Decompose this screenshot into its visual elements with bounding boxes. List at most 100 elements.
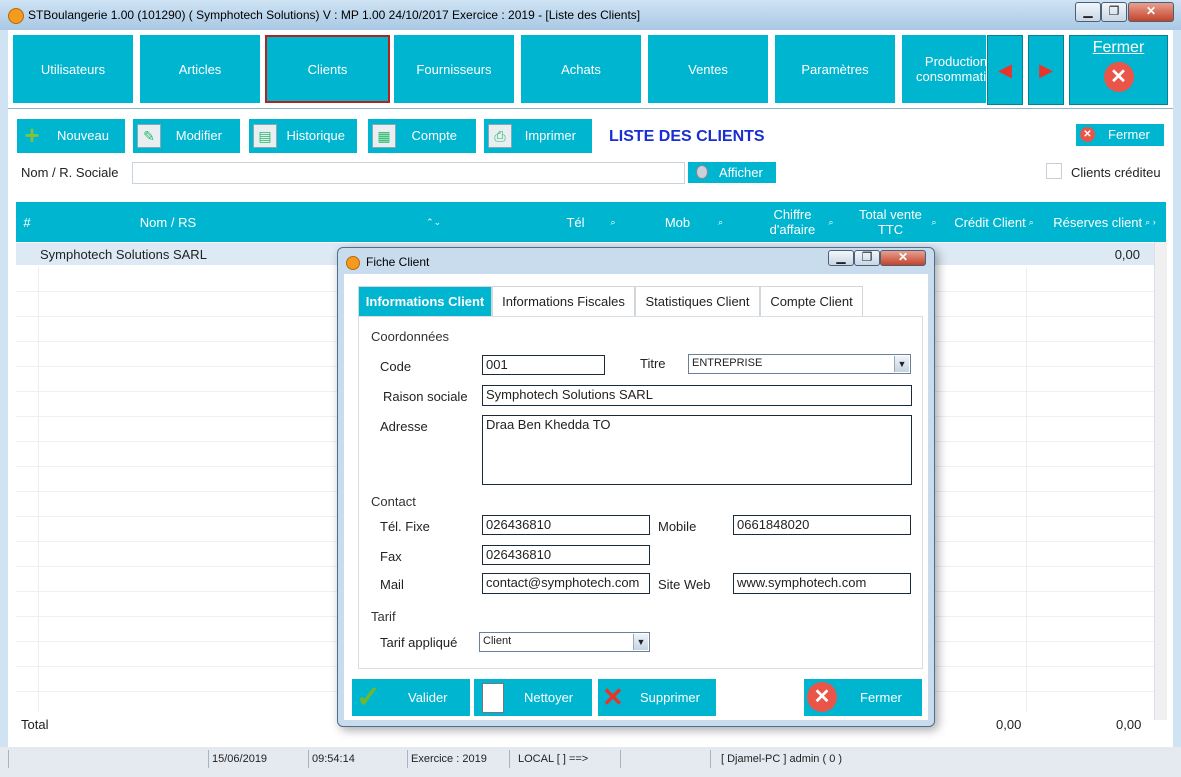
close-circle-icon: ✕ xyxy=(807,682,837,712)
dialog-fermer-button[interactable]: ✕ Fermer xyxy=(804,679,922,716)
nav-articles[interactable]: Articles xyxy=(140,35,260,103)
col-tel[interactable]: Tél ⌕ xyxy=(543,202,639,242)
fermer-label: Fermer xyxy=(1108,127,1150,142)
supprimer-label: Supprimer xyxy=(640,690,700,705)
table-header: # Nom / RS ⌃⌄ Tél ⌕ Mob ⌕ Chiffre d'affaire… xyxy=(16,202,1166,242)
dialog-close-button[interactable]: ✕ xyxy=(880,250,926,266)
fax-field[interactable]: 026436810 xyxy=(482,545,650,565)
nav-achats[interactable]: Achats xyxy=(521,35,641,103)
section-contact: Contact xyxy=(371,494,416,509)
supprimer-button[interactable]: ✕ Supprimer xyxy=(598,679,716,716)
page-title: LISTE DES CLIENTS xyxy=(609,128,765,145)
col-chiffre[interactable]: Chiffre d'affaire ⌕ xyxy=(749,202,847,242)
window-title: STBoulangerie 1.00 (101290) ( Symphotech… xyxy=(28,8,641,22)
clients-crediteurs-label: Clients créditeu xyxy=(1071,165,1161,180)
section-tarif: Tarif xyxy=(371,609,396,624)
imprimer-button[interactable]: ⎙ Imprimer xyxy=(484,119,592,153)
code-field[interactable]: 001 xyxy=(482,355,605,375)
tab-informations-client[interactable]: Informations Client xyxy=(358,286,492,316)
col-index[interactable]: # xyxy=(16,202,38,242)
afficher-label: Afficher xyxy=(719,165,763,180)
nouveau-button[interactable]: + Nouveau xyxy=(17,119,125,153)
tab-statistiques-client[interactable]: Statistiques Client xyxy=(635,286,760,316)
cell-reserves: 0,00 xyxy=(1114,247,1140,262)
dialog-restore-button[interactable]: ❐ xyxy=(854,250,880,266)
chevron-down-icon: ▼ xyxy=(894,356,909,372)
column-divider xyxy=(1026,267,1027,712)
section-coordonnees: Coordonnées xyxy=(371,329,450,344)
adresse-field[interactable]: Draa Ben Khedda TO xyxy=(482,415,912,485)
status-bar: 15/06/2019 09:54:14 Exercice : 2019 LOCA… xyxy=(0,747,1181,777)
chevron-down-icon: ▼ xyxy=(633,634,648,650)
search-icon: ⌕ xyxy=(610,216,616,227)
afficher-button[interactable]: Afficher xyxy=(688,162,776,183)
close-icon: ✕ xyxy=(1080,127,1095,142)
dialog-minimize-button[interactable]: ▁ xyxy=(828,250,854,266)
col-mob-label: Mob xyxy=(664,214,691,230)
total-credit: 0,00 xyxy=(996,717,1022,732)
raison-sociale-field[interactable]: Symphotech Solutions SARL xyxy=(482,385,912,406)
restore-button[interactable]: ❐ xyxy=(1101,2,1127,22)
nav-parametres[interactable]: Paramètres xyxy=(775,35,895,103)
nettoyer-button[interactable]: Nettoyer xyxy=(474,679,592,716)
search-input[interactable] xyxy=(132,162,685,184)
titre-select[interactable]: ENTREPRISE ▼ xyxy=(688,354,911,374)
col-tel-label: Tél xyxy=(566,214,585,230)
col-total-vente[interactable]: Total vente TTC ⌕ xyxy=(847,202,945,242)
tarif-select[interactable]: Client ▼ xyxy=(479,632,650,652)
status-time: 09:54:14 xyxy=(308,750,406,768)
fax-label: Fax xyxy=(380,549,402,564)
site-web-field[interactable]: www.symphotech.com xyxy=(733,573,911,594)
nav-ventes[interactable]: Ventes xyxy=(648,35,768,103)
col-total-vente-label: Total vente TTC xyxy=(859,207,922,237)
tab-informations-fiscales[interactable]: Informations Fiscales xyxy=(492,286,635,316)
mail-field[interactable]: contact@symphotech.com xyxy=(482,573,650,594)
nav-prev-button[interactable]: ◀ xyxy=(987,35,1023,105)
modifier-button[interactable]: ✎ Modifier xyxy=(133,119,240,153)
imprimer-label: Imprimer xyxy=(524,128,576,143)
fermer-tile-button[interactable]: Fermer ✕ xyxy=(1069,35,1168,105)
title-bar: STBoulangerie 1.00 (101290) ( Symphotech… xyxy=(0,0,1181,30)
modifier-label: Modifier xyxy=(175,128,222,143)
raison-sociale-label: Raison sociale xyxy=(383,389,468,404)
col-mob[interactable]: Mob ⌕ xyxy=(639,202,749,242)
sort-icon: ⌃⌄ xyxy=(426,216,442,227)
search-icon: ⌕ xyxy=(1028,216,1034,227)
plus-icon: + xyxy=(24,120,40,150)
nav-clients[interactable]: Clients xyxy=(265,35,390,103)
valider-button[interactable]: ✓ Valider xyxy=(352,679,470,716)
col-chiffre-label: Chiffre d'affaire xyxy=(769,207,816,237)
titre-label: Titre xyxy=(640,356,666,371)
table-scrollbar[interactable] xyxy=(1154,242,1167,720)
fermer-button[interactable]: ✕ Fermer xyxy=(1076,124,1164,146)
nouveau-label: Nouveau xyxy=(56,128,109,143)
nav-production[interactable]: Production consommation xyxy=(902,35,986,103)
tel-fixe-field[interactable]: 026436810 xyxy=(482,515,650,535)
minimize-button[interactable]: ▁ xyxy=(1075,2,1101,22)
nav-next-button[interactable]: ▶ xyxy=(1028,35,1064,105)
col-credit-label: Crédit Client xyxy=(954,214,1026,230)
historique-button[interactable]: ▤ Historique xyxy=(249,119,357,153)
check-icon: ✓ xyxy=(356,681,382,714)
historique-label: Historique xyxy=(286,128,345,143)
col-reserves-label: Réserves client xyxy=(1053,214,1143,230)
nav-utilisateurs[interactable]: Utilisateurs xyxy=(13,35,133,103)
search-icon: ⌕ › xyxy=(1145,216,1156,227)
total-label: Total xyxy=(21,717,49,732)
tarif-label: Tarif appliqué xyxy=(380,635,458,650)
close-window-button[interactable]: ✕ xyxy=(1128,2,1174,22)
col-nom-label: Nom / RS xyxy=(139,214,197,230)
col-nom[interactable]: Nom / RS ⌃⌄ xyxy=(38,202,543,242)
col-credit[interactable]: Crédit Client ⌕ xyxy=(945,202,1043,242)
compte-button[interactable]: ▦ Compte xyxy=(368,119,476,153)
col-reserves[interactable]: Réserves client ⌕ › xyxy=(1043,202,1166,242)
search-icon xyxy=(696,165,708,179)
tab-compte-client[interactable]: Compte Client xyxy=(760,286,863,316)
nav-fournisseurs[interactable]: Fournisseurs xyxy=(394,35,514,103)
status-exercice: Exercice : 2019 xyxy=(407,750,507,768)
status-cell xyxy=(620,750,708,768)
mobile-field[interactable]: 0661848020 xyxy=(733,515,911,535)
tel-fixe-label: Tél. Fixe xyxy=(380,519,430,534)
clients-crediteurs-checkbox[interactable] xyxy=(1046,163,1062,179)
status-cell xyxy=(8,750,208,768)
